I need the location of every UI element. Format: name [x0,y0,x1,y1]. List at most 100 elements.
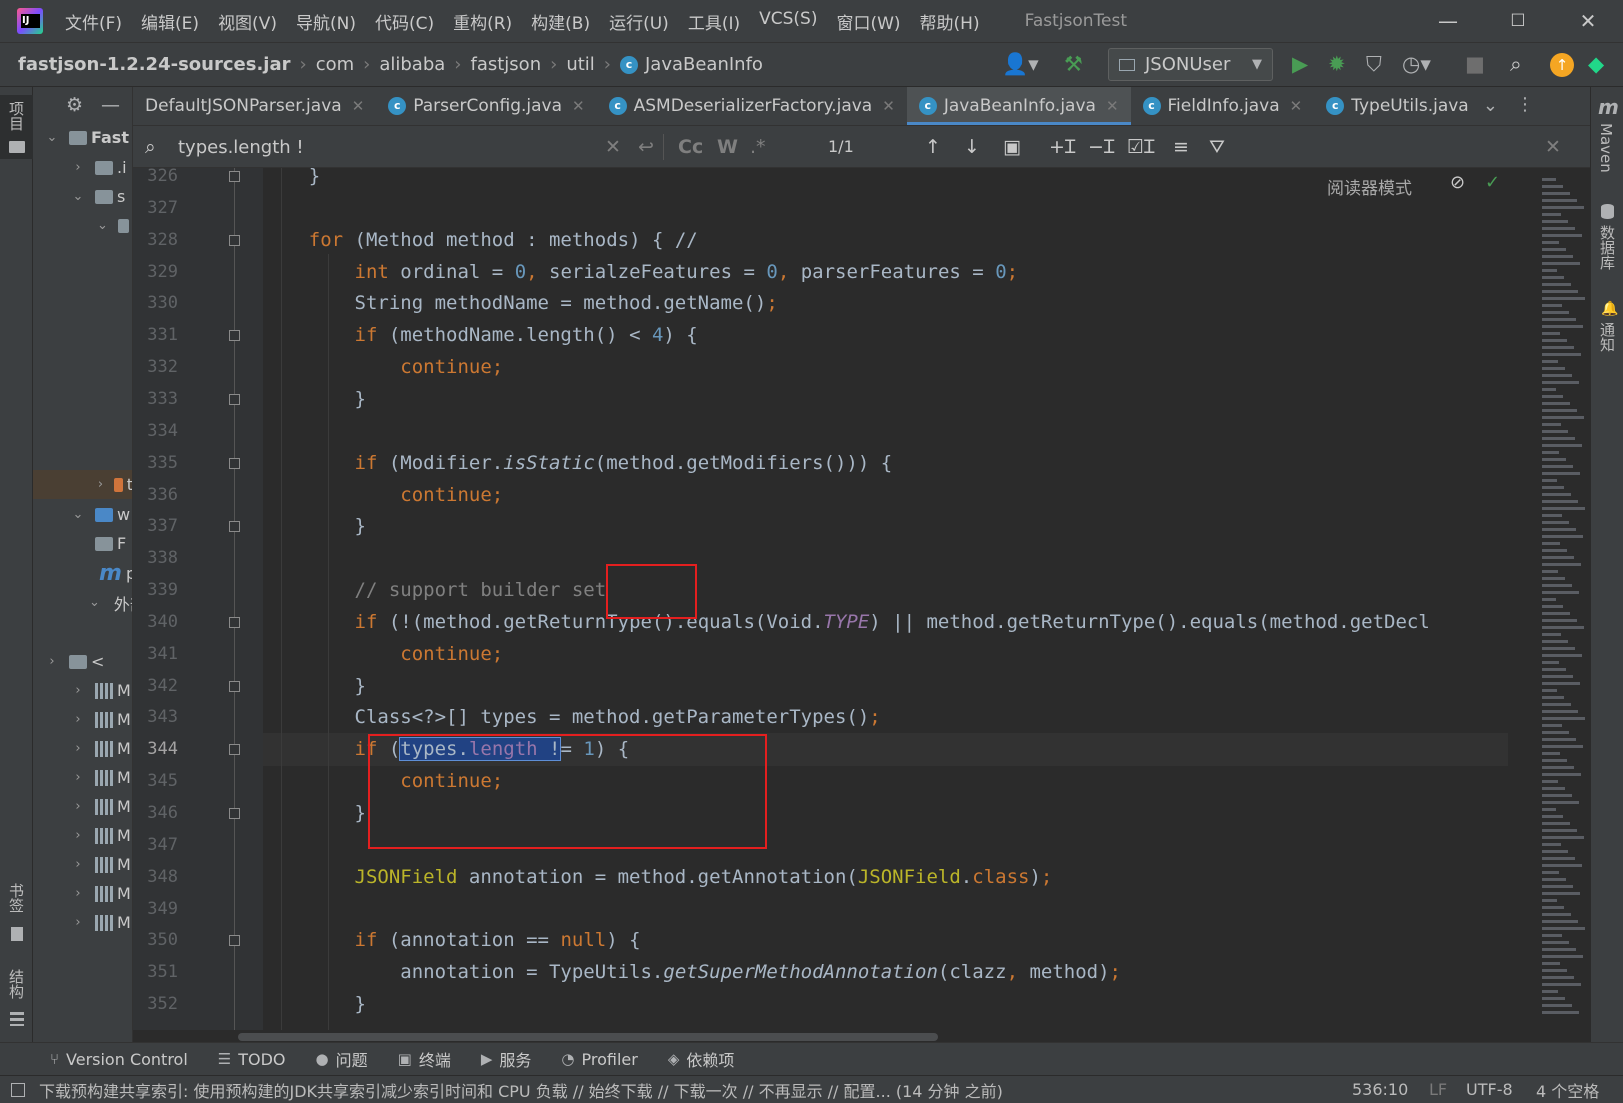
bottom-tab-0[interactable]: ⑂ Version Control [50,1050,188,1069]
menu-item-1[interactable]: 编辑(E) [141,9,199,34]
eye-hidden-icon[interactable]: ⊘ [1450,172,1465,193]
project-tree-item[interactable]: › M [33,821,132,850]
search-input[interactable] [178,133,598,161]
horizontal-scrollbar-thumb[interactable] [238,1033,938,1041]
maven-tool-button[interactable]: Maven [1597,123,1615,173]
chevron-down-icon[interactable]: ⌄ [45,130,59,145]
chevron-right-icon[interactable]: › [71,857,85,872]
minimize-button[interactable]: — [1413,0,1483,42]
editor-tab[interactable]: c ASMDeserializerFactory.java ✕ [597,87,907,125]
more-tabs-icon[interactable]: ⋮ [1516,94,1534,115]
project-tree-item[interactable]: › M [33,850,132,879]
chevron-down-icon[interactable]: ⌄ [89,595,100,610]
jetbrains-toolbox-icon[interactable]: ◆ [1588,51,1604,77]
search-everywhere-icon[interactable]: ⌕ [1510,51,1522,77]
breadcrumb-item[interactable]: fastjson-1.2.24-sources.jar [18,54,290,75]
project-tree-item[interactable]: › M [33,879,132,908]
previous-occurrence-icon[interactable]: ↑ [925,135,941,159]
intellij-logo-icon[interactable] [17,8,43,34]
debug-icon[interactable]: ✹ [1328,51,1346,77]
bottom-tab-4[interactable]: ▶ 服务 [481,1047,532,1071]
chevron-down-icon[interactable]: ⌄ [1483,95,1498,116]
bottom-tab-5[interactable]: ◔ Profiler [561,1050,637,1069]
build-hammer-icon[interactable]: ⚒ [1064,51,1083,77]
fold-marker-icon[interactable] [229,935,240,947]
menu-item-8[interactable]: 工具(I) [688,9,740,34]
database-tool-button[interactable]: 数据库 [1597,225,1618,270]
fold-marker-icon[interactable] [229,393,240,405]
chevron-right-icon[interactable]: › [71,683,85,698]
match-case-toggle[interactable]: Cc [678,135,703,159]
chevron-right-icon[interactable]: › [71,799,85,814]
fold-marker-icon[interactable] [229,680,240,692]
run-icon[interactable]: ▶ [1292,51,1308,77]
profile-icon[interactable]: ◷▾ [1402,51,1431,77]
bottom-tab-2[interactable]: ● 问题 [316,1047,368,1071]
structure-tool-button[interactable]: 结构 [6,969,27,999]
chevron-right-icon[interactable]: › [97,477,104,492]
caret-position[interactable]: 536:10 [1352,1080,1408,1099]
update-icon[interactable]: ↑ [1550,53,1574,77]
filter-lines-icon[interactable]: ≡ [1173,135,1189,159]
project-tree-item[interactable]: F [33,529,132,558]
clear-search-icon[interactable]: ✕ [605,135,621,159]
bookmarks-tool-button[interactable]: 书签 [6,883,27,913]
regex-toggle[interactable]: .* [750,135,766,159]
breadcrumb-item[interactable]: util [566,54,594,75]
coverage-icon[interactable]: ⛉ [1366,51,1382,77]
chevron-right-icon[interactable]: › [71,886,85,901]
breadcrumb-item[interactable]: alibaba [379,54,445,75]
menu-item-3[interactable]: 导航(N) [296,9,356,34]
chevron-down-icon[interactable]: ⌄ [71,507,85,522]
project-tree-item[interactable]: › M [33,734,132,763]
remove-occurrence-icon[interactable]: −Ɪ [1088,135,1114,159]
close-button[interactable]: ✕ [1553,0,1623,42]
project-tree-item[interactable]: ⌄ w [33,500,132,529]
menu-item-2[interactable]: 视图(V) [218,9,277,34]
editor-tab[interactable]: c ParserConfig.java ✕ [376,87,596,125]
project-tree-item[interactable]: › M [33,908,132,937]
chevron-right-icon[interactable]: › [71,160,85,175]
fold-marker-icon[interactable] [229,616,240,628]
close-tab-icon[interactable]: ✕ [1290,97,1303,115]
next-occurrence-icon[interactable]: ↓ [964,135,980,159]
chevron-right-icon[interactable]: › [45,654,59,669]
fold-marker-icon[interactable] [229,457,240,469]
project-tree-item[interactable]: › t [33,470,132,499]
file-encoding[interactable]: UTF-8 [1466,1080,1513,1099]
chevron-right-icon[interactable]: › [71,770,85,785]
gear-icon[interactable]: ⚙ [66,94,83,116]
project-tree-item[interactable]: › < [33,647,132,676]
project-tree-item[interactable]: ⌄ [33,211,132,240]
menu-item-9[interactable]: VCS(S) [759,9,817,34]
fold-marker-icon[interactable] [229,808,240,819]
project-tree-item[interactable]: mp [33,559,132,588]
notifications-tool-button[interactable]: 通知 [1597,322,1618,352]
indent-setting[interactable]: 4 个空格 [1536,1078,1599,1102]
close-find-icon[interactable]: ✕ [1545,135,1561,159]
bottom-tab-3[interactable]: ▣ 终端 [398,1047,451,1071]
select-all-checkbox-icon[interactable]: ☑Ɪ [1127,135,1155,159]
project-tree-item[interactable]: ⌄ Fast [33,123,132,152]
menu-item-11[interactable]: 帮助(H) [920,9,980,34]
breadcrumb-item[interactable]: com [316,54,354,75]
project-tree-item[interactable]: ⌄ 外部 [33,588,132,617]
menu-item-6[interactable]: 构建(B) [531,9,590,34]
fold-marker-icon[interactable] [229,330,240,342]
chevron-down-icon[interactable]: ⌄ [71,189,85,204]
user-icon[interactable]: 👤▾ [1002,51,1039,77]
whole-words-toggle[interactable]: W [717,135,738,159]
close-tab-icon[interactable]: ✕ [1106,97,1119,115]
project-tree-item[interactable]: › M [33,705,132,734]
editor-tab[interactable]: c JavaBeanInfo.java ✕ [906,87,1131,125]
chevron-right-icon[interactable]: › [71,712,85,727]
project-tree-item[interactable]: › M [33,763,132,792]
project-tree-item[interactable]: › .i [33,153,132,182]
add-occurrence-icon[interactable]: +Ɪ [1049,135,1075,159]
project-tree-item[interactable]: › M [33,676,132,705]
menu-item-7[interactable]: 运行(U) [609,9,669,34]
toggle-tool-windows-icon[interactable] [11,1082,25,1097]
chevron-right-icon[interactable]: › [71,915,85,930]
search-icon[interactable]: ⌕ [145,135,156,159]
close-tab-icon[interactable]: ✕ [572,97,585,115]
